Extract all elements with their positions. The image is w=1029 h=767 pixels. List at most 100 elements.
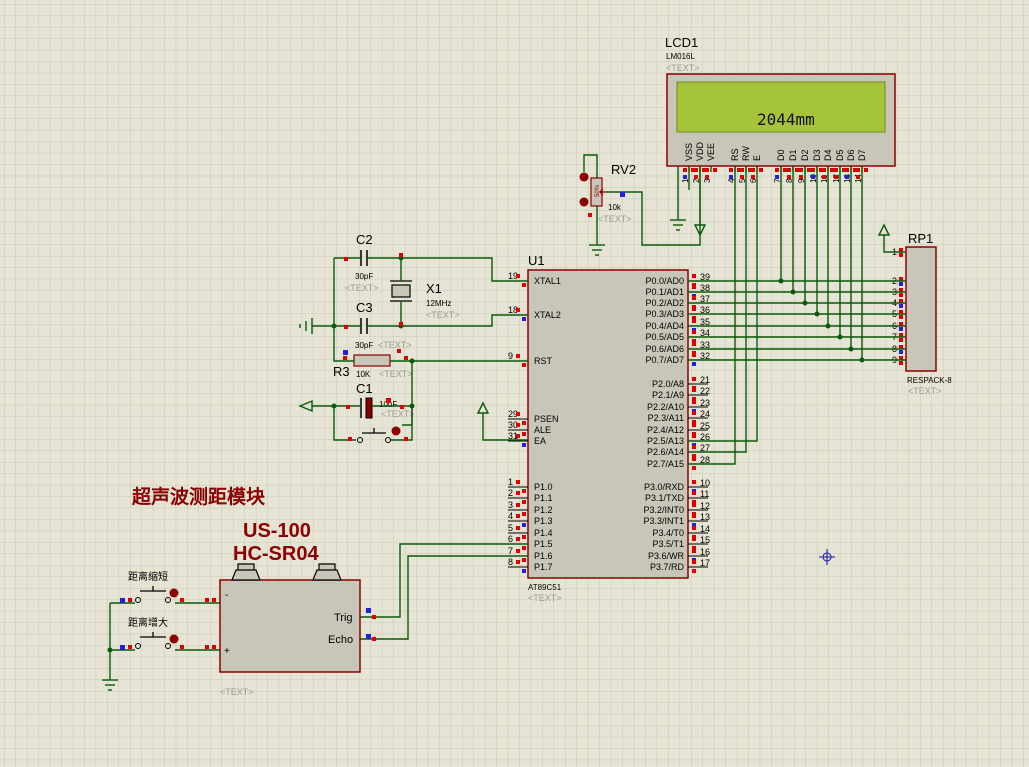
r3-ref: R3 — [333, 364, 350, 379]
lcd-pin-label: RW — [741, 146, 751, 161]
lcd-pin-label: D4 — [823, 149, 833, 161]
u1-right-pins: P0.0/AD0 39P0.1/AD1 38P0.2/AD2 37P0.3/AD3 36… — [643, 272, 710, 573]
u1-pin-number: 3 — [508, 500, 513, 510]
u1-pin-number: 2 — [508, 488, 513, 498]
rv2-pin-top-icon — [579, 172, 589, 182]
u1-pin-label: P2.2/A10 — [647, 402, 684, 412]
lcd-pin-label: D3 — [812, 149, 822, 161]
u1-pin-label: P1.1 — [534, 493, 553, 503]
lcd-part: LM016L — [666, 52, 695, 61]
u1-pin-label: P0.3/AD3 — [645, 309, 684, 319]
r3-value: 10K — [356, 370, 371, 379]
u1-pin-label: P3.4/T0 — [652, 528, 684, 538]
module-title-hcsr04: HC-SR04 — [233, 543, 319, 565]
u1-text-placeholder: <TEXT> — [528, 593, 562, 603]
u1-pin-label: P3.0/RXD — [644, 482, 685, 492]
u1-pin-label: P0.0/AD0 — [645, 276, 684, 286]
u1-pin-number: 5 — [508, 523, 513, 533]
u1-pin-number: 7 — [508, 546, 513, 556]
u1-pin-label: ALE — [534, 425, 551, 435]
u1-pin-label: EA — [534, 436, 546, 446]
module-title-cn: 超声波测距模块 — [131, 485, 266, 508]
lcd-pin-label: VDD — [695, 141, 705, 161]
u1-pin-label: P1.0 — [534, 482, 553, 492]
u1-pin-number: 9 — [508, 351, 513, 361]
rv2-ref: RV2 — [611, 162, 636, 177]
u1-pin-label: P2.4/A12 — [647, 425, 684, 435]
c2-value: 30pF — [355, 272, 373, 281]
u1-pin-number: 22 — [700, 386, 710, 396]
c1-ref: C1 — [356, 381, 373, 396]
rv2-text-placeholder: <TEXT> — [598, 214, 632, 224]
lcd-pin-label: VSS — [684, 143, 694, 161]
lcd-ref: LCD1 — [665, 35, 698, 50]
u1-pin-label: P0.7/AD7 — [645, 355, 684, 365]
u1-pin-label: RST — [534, 356, 553, 366]
shorten-button-label: 距离缩短 — [128, 570, 168, 583]
u1-pin-number: 14 — [700, 524, 710, 534]
schematic-canvas[interactable]: LCD1 LM016L <TEXT> 2044mm VSS 1 VDD 2 VEE 3 RS… — [0, 0, 1029, 767]
u1-pin-label: XTAL1 — [534, 276, 561, 286]
u1-pin-label: P1.5 — [534, 539, 553, 549]
u1-pin-label: P1.4 — [534, 528, 553, 538]
u1-ref: U1 — [528, 253, 545, 268]
shorten-indicator-icon — [169, 588, 179, 598]
u1-pin-number: 10 — [700, 478, 710, 488]
rv2-value: 10k — [608, 203, 622, 212]
reset-button-indicator-icon — [391, 426, 401, 436]
u1-pin-label: P2.5/A13 — [647, 436, 684, 446]
lcd-pin-label: D6 — [846, 149, 856, 161]
u1-pin-label: P0.5/AD5 — [645, 332, 684, 342]
rp1-text-placeholder: <TEXT> — [908, 386, 942, 396]
u1-pin-label: P3.7/RD — [650, 562, 685, 572]
lcd-text-placeholder: <TEXT> — [666, 63, 700, 73]
u1-part: AT89C51 — [528, 583, 562, 592]
u1-pin-label: P1.2 — [534, 505, 553, 515]
c3-text-placeholder: <TEXT> — [378, 340, 412, 350]
lcd-pin-label: D5 — [835, 149, 845, 161]
c3-ref: C3 — [356, 300, 373, 315]
u1-pin-label: P3.3/INT1 — [643, 516, 684, 526]
c2-ref: C2 — [356, 232, 373, 247]
u1-pin-number: 11 — [700, 489, 709, 499]
u1-pin-label: P3.5/T1 — [652, 539, 684, 549]
u1-pin-number: 21 — [700, 375, 710, 385]
module-text-placeholder: <TEXT> — [220, 687, 254, 697]
u1-pin-label: P1.6 — [534, 551, 553, 561]
lcd-pin-label: E — [752, 155, 762, 161]
lcd-pin-label: VEE — [706, 143, 716, 161]
u1-microcontroller[interactable]: U1 AT89C51 <TEXT> 19 XTAL118 XTAL29 RST29 PS… — [508, 253, 710, 603]
u1-pin-label: P0.2/AD2 — [645, 298, 684, 308]
lcd-pin-label: D0 — [776, 149, 786, 161]
rv2-pin-bottom-icon — [579, 197, 589, 207]
u1-pin-label: P3.6/WR — [648, 551, 685, 561]
u1-pin-label: P0.4/AD4 — [645, 321, 684, 331]
module-body — [219, 579, 361, 673]
x1-value: 12MHz — [426, 299, 451, 308]
u1-pin-number: 24 — [700, 409, 710, 419]
u1-pin-label: P2.0/A8 — [652, 379, 684, 389]
rp1-body — [905, 246, 937, 372]
lcd-pin-label: RS — [730, 148, 740, 161]
lcd-pin-label: D1 — [788, 149, 798, 161]
u1-pin-number: 4 — [508, 511, 513, 521]
c2-text-placeholder: <TEXT> — [345, 283, 379, 293]
lcd-display-text: 2044mm — [757, 110, 815, 129]
x1-ref: X1 — [426, 281, 442, 296]
c1-text-placeholder: <TEXT> — [381, 409, 415, 419]
module-minus-label: - — [225, 590, 228, 601]
u1-pin-number: 13 — [700, 512, 710, 522]
module-trig-label: Trig — [334, 612, 353, 624]
u1-pin-label: P2.1/A9 — [652, 390, 684, 400]
u1-pin-label: P1.7 — [534, 562, 553, 572]
u1-pin-label: P3.2/INT0 — [643, 505, 684, 515]
enlarge-button-label: 距离增大 — [128, 616, 168, 629]
module-echo-label: Echo — [328, 634, 353, 646]
u1-pin-label: P3.1/TXD — [645, 493, 685, 503]
u1-pin-label: P0.6/AD6 — [645, 344, 684, 354]
u1-pin-label: P2.7/A15 — [647, 459, 684, 469]
u1-pin-number: 6 — [508, 534, 513, 544]
r3-text-placeholder: <TEXT> — [379, 369, 413, 379]
rp1-part: RESPACK-8 — [907, 376, 952, 385]
enlarge-indicator-icon — [169, 634, 179, 644]
